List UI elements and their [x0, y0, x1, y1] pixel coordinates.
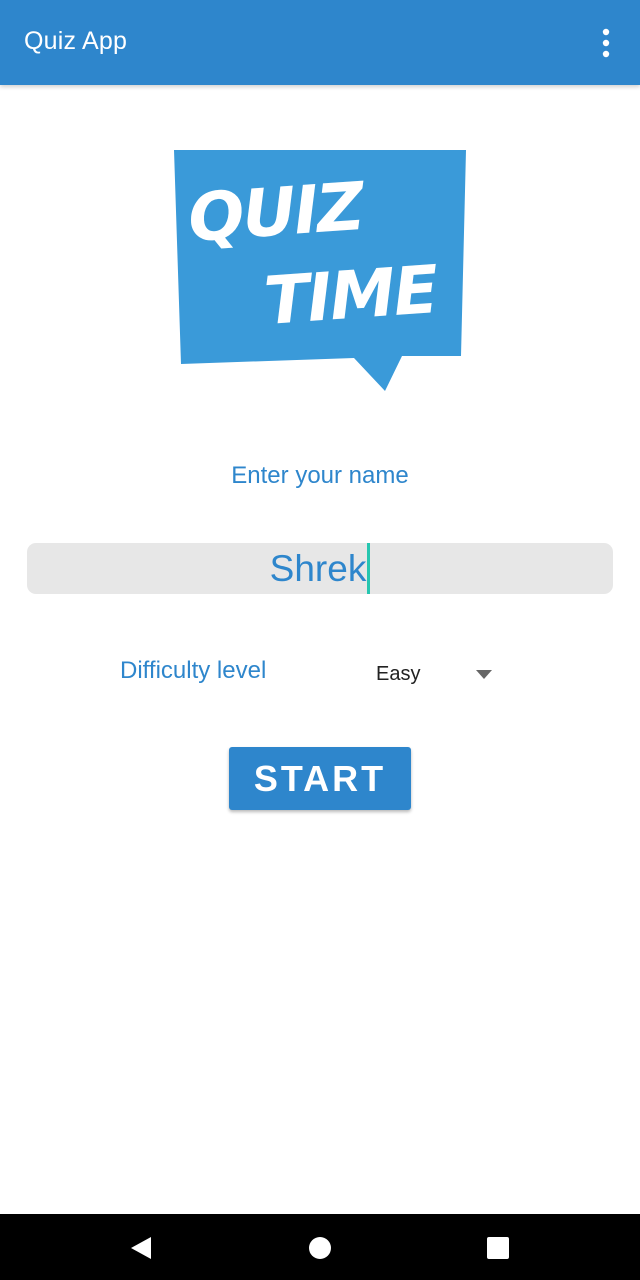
- difficulty-label: Difficulty level: [120, 657, 267, 684]
- name-input-value: Shrek: [269, 548, 367, 589]
- back-triangle-icon: [131, 1237, 151, 1259]
- recents-square-icon: [487, 1237, 509, 1259]
- triangle-down-icon: [476, 670, 492, 680]
- nav-back-button[interactable]: [128, 1235, 154, 1261]
- name-input[interactable]: Shrek: [27, 543, 613, 594]
- system-nav-bar: [0, 1214, 640, 1280]
- home-circle-icon: [309, 1237, 331, 1259]
- app-title: Quiz App: [24, 27, 128, 55]
- quiz-time-logo: QUIZ TIME !: [172, 148, 470, 396]
- start-button-label: START: [253, 757, 387, 799]
- nav-recents-button[interactable]: [485, 1235, 511, 1261]
- difficulty-selected-value: Easy: [376, 663, 421, 685]
- start-button[interactable]: START: [229, 747, 411, 810]
- nav-home-button[interactable]: [307, 1235, 333, 1261]
- logo-line1: QUIZ: [186, 168, 368, 257]
- overflow-menu-button[interactable]: [590, 22, 622, 64]
- logo-line2: TIME !: [262, 248, 470, 340]
- name-label: Enter your name: [231, 462, 409, 489]
- app-bar: Quiz App: [0, 0, 640, 85]
- more-vertical-icon: [602, 28, 610, 58]
- difficulty-select[interactable]: Easy: [364, 650, 504, 698]
- text-caret: [367, 543, 371, 594]
